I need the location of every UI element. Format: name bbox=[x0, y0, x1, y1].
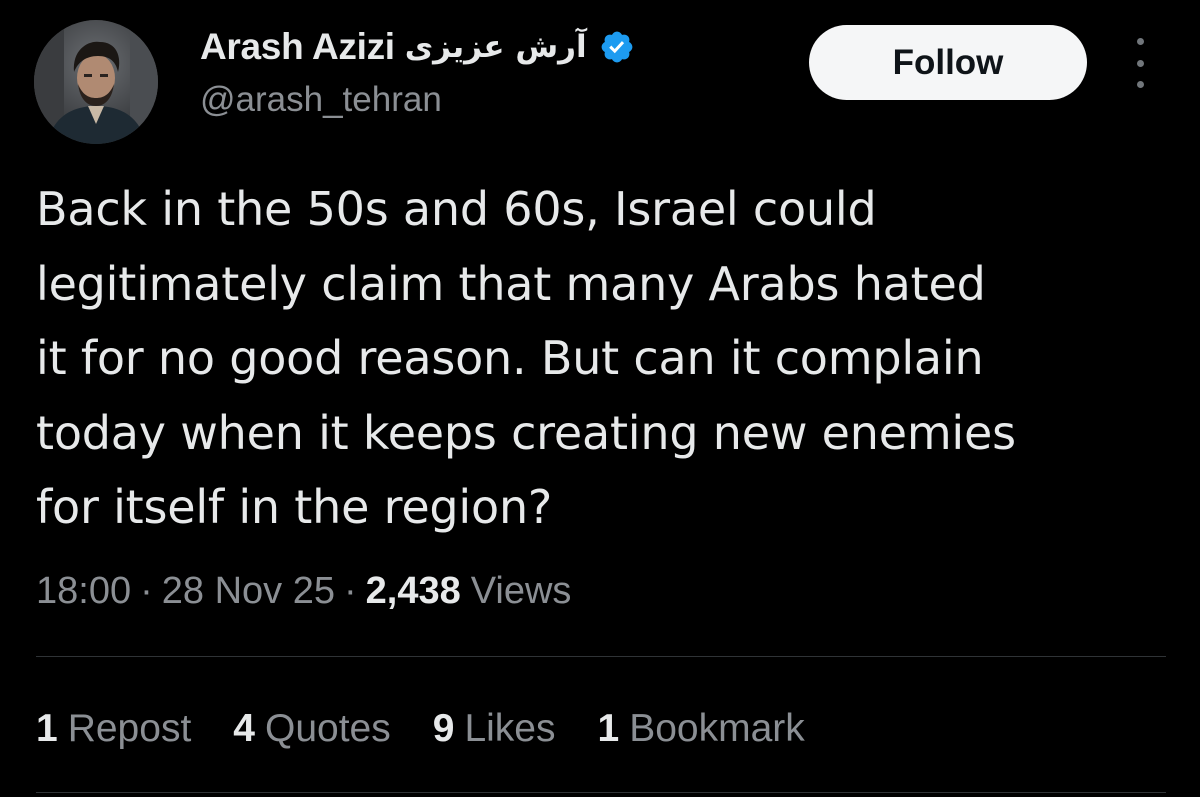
meta-separator: · bbox=[140, 569, 153, 612]
engagement-stats: 1 Repost 4 Quotes 9 Likes 1 Bookmark bbox=[36, 703, 847, 755]
more-vertical-icon-dot bbox=[1136, 38, 1144, 45]
stat-count: 1 bbox=[597, 707, 620, 750]
follow-button[interactable]: Follow bbox=[809, 25, 1087, 100]
tweet-card: Arash Azizi آرش عزیزی @arash_tehran Foll… bbox=[0, 0, 1200, 797]
divider bbox=[36, 656, 1166, 657]
stat-label: Bookmark bbox=[629, 707, 805, 750]
stat-likes[interactable]: 9 Likes bbox=[433, 707, 556, 751]
tweet-text-line: legitimately claim that many Arabs hated bbox=[36, 256, 986, 311]
views-label: Views bbox=[470, 569, 572, 612]
more-vertical-icon-dot bbox=[1136, 81, 1144, 88]
tweet-text-line: it for no good reason. But can it compla… bbox=[36, 331, 984, 385]
stat-reposts[interactable]: 1 Repost bbox=[36, 707, 191, 751]
stat-count: 9 bbox=[432, 707, 455, 750]
stat-count: 4 bbox=[233, 707, 255, 750]
stat-bookmarks[interactable]: 1 Bookmark bbox=[597, 707, 804, 751]
stat-label: Quotes bbox=[264, 707, 391, 750]
tweet-text-line: for itself in the region? bbox=[36, 480, 553, 534]
stat-count: 1 bbox=[36, 707, 58, 750]
avatar[interactable] bbox=[34, 20, 158, 144]
stat-quotes[interactable]: 4 Quotes bbox=[233, 707, 390, 751]
display-name-persian[interactable]: آرش عزیزی bbox=[405, 29, 587, 65]
stat-label: Repost bbox=[67, 707, 192, 750]
more-vertical-icon-dot bbox=[1136, 59, 1144, 67]
display-name[interactable]: Arash Azizi bbox=[200, 26, 395, 68]
tweet-text: Back in the 50s and 60s, Israel could le… bbox=[36, 172, 1166, 545]
views-count: 2,438 bbox=[365, 569, 461, 612]
author-handle[interactable]: @arash_tehran bbox=[200, 80, 442, 120]
tweet-text-line: Back in the 50s and 60s, Israel could bbox=[36, 182, 877, 236]
tweet-date[interactable]: 28 Nov 25 bbox=[162, 570, 335, 613]
avatar-photo-icon bbox=[34, 20, 158, 144]
meta-separator: · bbox=[343, 569, 357, 612]
more-options-button[interactable] bbox=[1125, 38, 1155, 88]
tweet-meta: 18:00 · 28 Nov 25 · 2,438 Views bbox=[36, 565, 571, 617]
tweet-time[interactable]: 18:00 bbox=[36, 570, 131, 613]
divider bbox=[36, 792, 1166, 793]
tweet-text-line: today when it keeps creating new enemies bbox=[36, 405, 1016, 460]
author-name-row[interactable]: Arash Azizi آرش عزیزی bbox=[200, 22, 635, 72]
verified-badge-icon bbox=[601, 31, 632, 63]
stat-label: Likes bbox=[464, 707, 556, 750]
